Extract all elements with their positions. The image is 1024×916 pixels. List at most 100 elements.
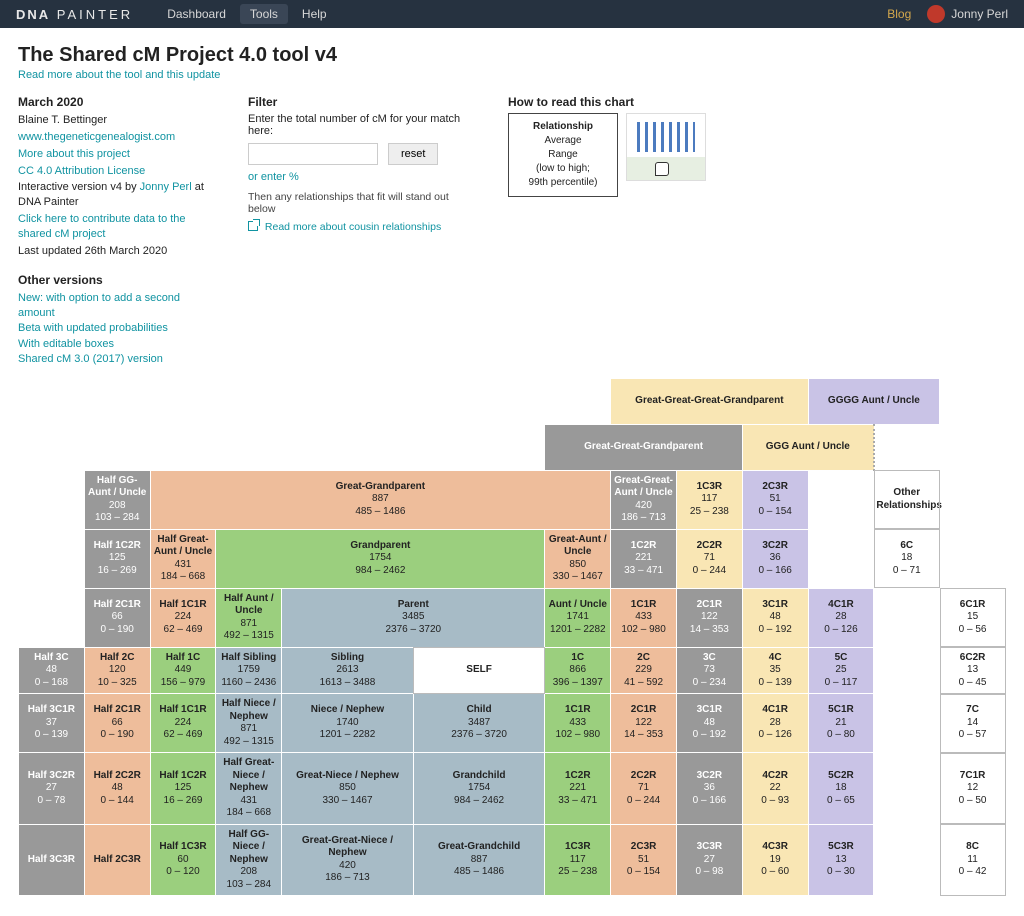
cell-gg-grandparent[interactable]: Great-Great-Grandparent: [545, 424, 742, 470]
cell-5c1r[interactable]: 5C1R 21 0 – 80: [808, 694, 874, 753]
cell-5c2r[interactable]: 5C2R 18 0 – 65: [808, 753, 874, 825]
cell-6c[interactable]: 6C 18 0 – 71: [874, 529, 940, 588]
cell-grandchild[interactable]: Grandchild 1754 984 – 2462: [413, 753, 545, 825]
other-link-3[interactable]: Shared cM 3.0 (2017) version: [18, 352, 218, 367]
cell-half-1c1r[interactable]: Half 1C1R 224 62 – 469: [150, 588, 216, 647]
logo[interactable]: DNA PAINTER: [16, 7, 133, 22]
cell-half-2c3r[interactable]: Half 2C3R: [84, 824, 150, 896]
filter-more-link[interactable]: Read more about cousin relationships: [265, 221, 441, 233]
cell-1c2r-b[interactable]: 1C2R 221 33 – 471: [545, 753, 611, 825]
howto-rel: Relationship: [533, 121, 593, 132]
meta-site-link[interactable]: www.thegeneticgenealogist.com: [18, 131, 175, 143]
meta-interactive-prefix: Interactive version v4 by: [18, 181, 140, 193]
cell-grandparent[interactable]: Grandparent 1754 984 – 2462: [216, 529, 545, 588]
cell-half-1c[interactable]: Half 1C 449 156 – 979: [150, 647, 216, 694]
cell-2c3r-top[interactable]: 2C3R 51 0 – 154: [742, 470, 808, 529]
cell-gg-aunt-uncle[interactable]: Great-Great-Aunt / Uncle 420 186 – 713: [611, 470, 677, 529]
cell-great-grandparent[interactable]: Great-Grandparent 887 485 – 1486: [150, 470, 611, 529]
cell-gg-niece-nephew[interactable]: Great-Great-Niece / Nephew 420 186 – 713: [282, 824, 414, 896]
cell-4c3r[interactable]: 4C3R 19 0 – 60: [742, 824, 808, 896]
cell-half-3c[interactable]: Half 3C 48 0 – 168: [19, 647, 85, 694]
cell-half-3c2r[interactable]: Half 3C2R 27 0 – 78: [19, 753, 85, 825]
nav-dashboard[interactable]: Dashboard: [157, 4, 236, 24]
cell-3c[interactable]: 3C 73 0 – 234: [676, 647, 742, 694]
cell-4c1r-a[interactable]: 4C1R 28 0 – 126: [808, 588, 874, 647]
filter-input[interactable]: [248, 143, 378, 165]
cell-niece-nephew[interactable]: Niece / Nephew 1740 1201 – 2282: [282, 694, 414, 753]
page-subtitle-link[interactable]: Read more about the tool and this update: [18, 69, 220, 81]
cell-half-great-aunt-uncle[interactable]: Half Great-Aunt / Uncle 431 184 – 668: [150, 529, 216, 588]
cell-half-1c1r-b[interactable]: Half 1C1R 224 62 – 469: [150, 694, 216, 753]
cell-half-2c[interactable]: Half 2C 120 10 – 325: [84, 647, 150, 694]
meta-license-link[interactable]: CC 4.0 Attribution License: [18, 165, 145, 177]
cell-4c2r[interactable]: 4C2R 22 0 – 93: [742, 753, 808, 825]
cell-great-aunt-uncle[interactable]: Great-Aunt / Uncle 850 330 – 1467: [545, 529, 611, 588]
howto-thumb[interactable]: [626, 113, 706, 181]
cell-6c2r[interactable]: 6C2R 13 0 – 45: [940, 647, 1006, 694]
cell-ggg-aunt-uncle[interactable]: GGG Aunt / Uncle: [742, 424, 874, 470]
cell-2c2r-b[interactable]: 2C2R 71 0 – 244: [611, 753, 677, 825]
filter-pct-link[interactable]: or enter %: [248, 171, 299, 183]
cell-half-great-niece-nephew[interactable]: Half Great-Niece / Nephew 431 184 – 668: [216, 753, 282, 825]
cell-2c1r-b[interactable]: 2C1R 122 14 – 353: [611, 694, 677, 753]
cell-sibling[interactable]: Sibling 2613 1613 – 3488: [282, 647, 414, 694]
cell-child[interactable]: Child 3487 2376 – 3720: [413, 694, 545, 753]
cell-ggg-grandparent[interactable]: Great-Great-Great-Grandparent: [611, 378, 808, 424]
cell-half-1c3r[interactable]: Half 1C3R 60 0 – 120: [150, 824, 216, 896]
cell-2c2r-a[interactable]: 2C2R 71 0 – 244: [676, 529, 742, 588]
cell-7c[interactable]: 7C 14 0 – 57: [940, 694, 1006, 753]
cell-1c1r-a[interactable]: 1C1R 433 102 – 980: [611, 588, 677, 647]
cell-6c1r[interactable]: 6C1R 15 0 – 56: [940, 588, 1006, 647]
cell-2c3r-b[interactable]: 2C3R 51 0 – 154: [611, 824, 677, 896]
cell-parent[interactable]: Parent 3485 2376 – 3720: [282, 588, 545, 647]
meta-interactive-author-link[interactable]: Jonny Perl: [140, 181, 192, 193]
nav-tools[interactable]: Tools: [240, 4, 288, 24]
nav-blog-link[interactable]: Blog: [887, 7, 911, 21]
meta-contribute-link[interactable]: Click here to contribute data to the sha…: [18, 213, 186, 240]
cell-3c1r-b[interactable]: 3C1R 48 0 – 192: [676, 694, 742, 753]
other-link-0[interactable]: New: with option to add a second amount: [18, 291, 218, 322]
cell-great-grandchild[interactable]: Great-Grandchild 887 485 – 1486: [413, 824, 545, 896]
cell-half-1c2r-b[interactable]: Half 1C2R 125 16 – 269: [150, 753, 216, 825]
other-link-1[interactable]: Beta with updated probabilities: [18, 321, 218, 336]
cell-3c2r-b[interactable]: 3C2R 36 0 – 166: [676, 753, 742, 825]
other-link-2[interactable]: With editable boxes: [18, 337, 218, 352]
cell-3c3r[interactable]: 3C3R 27 0 – 98: [676, 824, 742, 896]
meta-more-link[interactable]: More about this project: [18, 148, 130, 160]
cell-1c3r-b[interactable]: 1C3R 117 25 – 238: [545, 824, 611, 896]
cell-1c1r-b[interactable]: 1C1R 433 102 – 980: [545, 694, 611, 753]
cell-5c3r[interactable]: 5C3R 13 0 – 30: [808, 824, 874, 896]
cell-3c2r-a[interactable]: 3C2R 36 0 – 166: [742, 529, 808, 588]
cell-half-gg-niece-nephew[interactable]: Half GG-Niece / Nephew 208 103 – 284: [216, 824, 282, 896]
cell-8c[interactable]: 8C 11 0 – 42: [940, 824, 1006, 896]
reset-button[interactable]: reset: [388, 143, 438, 165]
cell-3c1r-a[interactable]: 3C1R 48 0 – 192: [742, 588, 808, 647]
cell-2c1r-a[interactable]: 2C1R 122 14 – 353: [676, 588, 742, 647]
cell-half-2c1r[interactable]: Half 2C1R 66 0 – 190: [84, 588, 150, 647]
cell-7c1r[interactable]: 7C1R 12 0 – 50: [940, 753, 1006, 825]
cell-half-niece-nephew[interactable]: Half Niece / Nephew 871 492 – 1315: [216, 694, 282, 753]
user-menu[interactable]: Jonny Perl: [927, 5, 1008, 23]
cell-1c[interactable]: 1C 866 396 – 1397: [545, 647, 611, 694]
cell-other-relationships[interactable]: Other Relationships: [874, 470, 940, 529]
cell-half-1c2r[interactable]: Half 1C2R 125 16 – 269: [84, 529, 150, 588]
relationship-chart: Great-Great-Great-Grandparent GGGG Aunt …: [18, 378, 1006, 897]
cell-half-gg-aunt-uncle[interactable]: Half GG-Aunt / Uncle 208 103 – 284: [84, 470, 150, 529]
cell-great-niece-nephew[interactable]: Great-Niece / Nephew 850 330 – 1467: [282, 753, 414, 825]
cell-half-2c1r-b[interactable]: Half 2C1R 66 0 – 190: [84, 694, 150, 753]
cell-2c[interactable]: 2C 229 41 – 592: [611, 647, 677, 694]
cell-half-aunt-uncle[interactable]: Half Aunt / Uncle 871 492 – 1315: [216, 588, 282, 647]
cell-1c2r-a[interactable]: 1C2R 221 33 – 471: [611, 529, 677, 588]
nav-help[interactable]: Help: [292, 4, 337, 24]
cell-half-2c2r[interactable]: Half 2C2R 48 0 – 144: [84, 753, 150, 825]
cell-gggg-aunt-uncle[interactable]: GGGG Aunt / Uncle: [808, 378, 940, 424]
cell-half-3c1r[interactable]: Half 3C1R 37 0 – 139: [19, 694, 85, 753]
cell-4c[interactable]: 4C 35 0 – 139: [742, 647, 808, 694]
cell-aunt-uncle[interactable]: Aunt / Uncle 1741 1201 – 2282: [545, 588, 611, 647]
cell-self[interactable]: SELF: [413, 647, 545, 694]
cell-half-3c3r[interactable]: Half 3C3R: [19, 824, 85, 896]
cell-half-sibling[interactable]: Half Sibling 1759 1160 – 2436: [216, 647, 282, 694]
cell-4c1r-b[interactable]: 4C1R 28 0 – 126: [742, 694, 808, 753]
cell-1c3r-top[interactable]: 1C3R 117 25 – 238: [676, 470, 742, 529]
cell-5c[interactable]: 5C 25 0 – 117: [808, 647, 874, 694]
